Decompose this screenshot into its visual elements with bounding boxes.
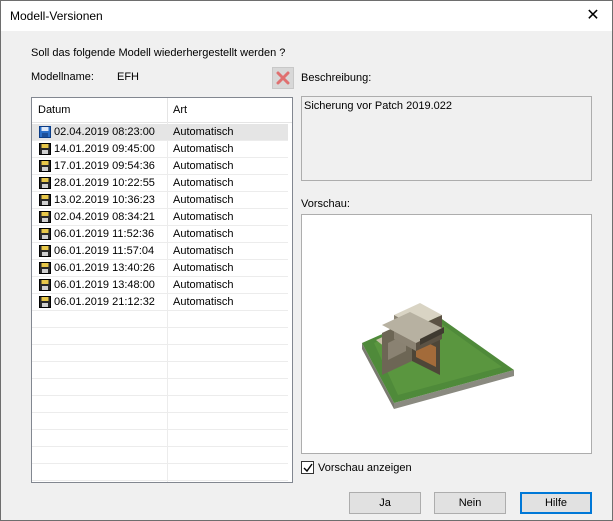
column-header-type[interactable]: Art xyxy=(173,104,187,116)
version-date: 06.01.2019 21:12:32 xyxy=(54,296,155,308)
floppy-disk-icon xyxy=(39,262,51,274)
restore-question: Soll das folgende Modell wiederhergestel… xyxy=(31,47,286,59)
version-date: 17.01.2019 09:54:36 xyxy=(54,160,155,172)
delete-icon xyxy=(276,71,290,85)
dialog-window: Modell-Versionen ✕ Soll das folgende Mod… xyxy=(0,0,613,521)
version-list[interactable]: Datum Art 02.04.2019 08:23:00 Automatisch… xyxy=(31,97,293,483)
empty-row xyxy=(32,447,288,464)
show-preview-checkbox[interactable] xyxy=(301,461,314,474)
column-header-date[interactable]: Datum xyxy=(38,104,70,116)
empty-row xyxy=(32,362,288,379)
help-button[interactable]: Hilfe xyxy=(520,492,592,514)
floppy-disk-icon xyxy=(39,177,51,189)
column-separator[interactable] xyxy=(167,98,168,122)
version-type: Automatisch xyxy=(173,194,234,206)
list-item[interactable]: 28.01.2019 10:22:55 Automatisch xyxy=(32,175,288,192)
empty-row xyxy=(32,379,288,396)
title-bar: Modell-Versionen ✕ xyxy=(1,1,612,31)
version-type: Automatisch xyxy=(173,177,234,189)
preview-label: Vorschau: xyxy=(301,198,350,210)
list-item[interactable]: 14.01.2019 09:45:00 Automatisch xyxy=(32,141,288,158)
show-preview-label: Vorschau anzeigen xyxy=(318,462,412,474)
description-text: Sicherung vor Patch 2019.022 xyxy=(301,96,592,181)
version-type: Automatisch xyxy=(173,160,234,172)
empty-row xyxy=(32,430,288,447)
floppy-disk-icon xyxy=(39,245,51,257)
yes-button[interactable]: Ja xyxy=(349,492,421,514)
floppy-disk-icon xyxy=(39,143,51,155)
list-item[interactable]: 06.01.2019 11:57:04 Automatisch xyxy=(32,243,288,260)
floppy-disk-icon xyxy=(39,296,51,308)
delete-version-button[interactable] xyxy=(272,67,294,89)
list-header: Datum Art xyxy=(32,98,292,123)
floppy-disk-icon xyxy=(39,160,51,172)
empty-row xyxy=(32,464,288,481)
version-date: 28.01.2019 10:22:55 xyxy=(54,177,155,189)
floppy-disk-icon xyxy=(39,279,51,291)
version-type: Automatisch xyxy=(173,279,234,291)
model-name-value: EFH xyxy=(117,71,139,83)
version-type: Automatisch xyxy=(173,262,234,274)
floppy-disk-icon xyxy=(39,126,51,138)
list-item[interactable]: 06.01.2019 11:52:36 Automatisch xyxy=(32,226,288,243)
version-type: Automatisch xyxy=(173,228,234,240)
version-type: Automatisch xyxy=(173,211,234,223)
floppy-disk-icon xyxy=(39,194,51,206)
empty-row xyxy=(32,396,288,413)
list-item[interactable]: 17.01.2019 09:54:36 Automatisch xyxy=(32,158,288,175)
version-type: Automatisch xyxy=(173,143,234,155)
version-date: 06.01.2019 11:52:36 xyxy=(54,228,155,240)
list-item[interactable]: 02.04.2019 08:23:00 Automatisch xyxy=(32,124,288,141)
preview-panel xyxy=(301,214,592,454)
version-date: 02.04.2019 08:23:00 xyxy=(54,126,155,138)
no-button[interactable]: Nein xyxy=(434,492,506,514)
window-title: Modell-Versionen xyxy=(10,9,103,23)
empty-row xyxy=(32,413,288,430)
checkmark-icon xyxy=(303,463,313,473)
version-date: 14.01.2019 09:45:00 xyxy=(54,143,155,155)
house-3d-preview xyxy=(362,303,514,409)
version-type: Automatisch xyxy=(173,245,234,257)
close-icon[interactable]: ✕ xyxy=(582,5,604,27)
list-item[interactable]: 13.02.2019 10:36:23 Automatisch xyxy=(32,192,288,209)
version-date: 06.01.2019 13:48:00 xyxy=(54,279,155,291)
description-label: Beschreibung: xyxy=(301,72,372,84)
list-item[interactable]: 06.01.2019 13:40:26 Automatisch xyxy=(32,260,288,277)
model-name-label: Modellname: xyxy=(31,71,94,83)
floppy-disk-icon xyxy=(39,228,51,240)
version-date: 06.01.2019 13:40:26 xyxy=(54,262,155,274)
empty-row xyxy=(32,311,288,328)
version-type: Automatisch xyxy=(173,296,234,308)
list-item[interactable]: 06.01.2019 21:12:32 Automatisch xyxy=(32,294,288,311)
version-date: 13.02.2019 10:36:23 xyxy=(54,194,155,206)
list-item[interactable]: 02.04.2019 08:34:21 Automatisch xyxy=(32,209,288,226)
empty-row xyxy=(32,345,288,362)
version-date: 02.04.2019 08:34:21 xyxy=(54,211,155,223)
list-item[interactable]: 06.01.2019 13:48:00 Automatisch xyxy=(32,277,288,294)
empty-row xyxy=(32,328,288,345)
version-type: Automatisch xyxy=(173,126,234,138)
version-date: 06.01.2019 11:57:04 xyxy=(54,245,155,257)
floppy-disk-icon xyxy=(39,211,51,223)
